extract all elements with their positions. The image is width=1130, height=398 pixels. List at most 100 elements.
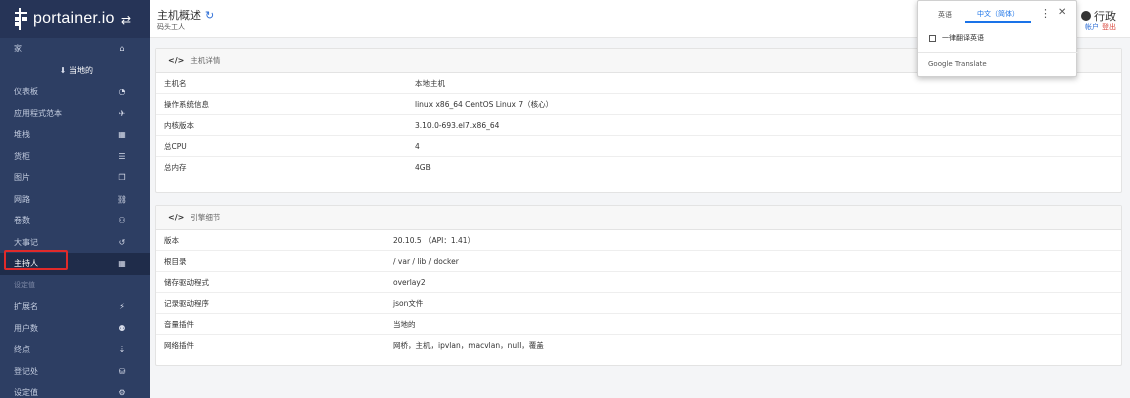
row-value: json文件 [393, 298, 424, 308]
row-value: 本地主机 [415, 78, 445, 88]
table-row: 内核版本 3.10.0-693.el7.x86_64 [156, 115, 1121, 136]
google-translate-brand: Google Translate [928, 60, 987, 68]
table-row: 储存驱动程式 overlay2 [156, 272, 1121, 293]
sidebar-item-host[interactable]: 主持人 ▦ [0, 253, 150, 275]
sidebar-item-containers[interactable]: 货柜 ☰ [0, 146, 150, 168]
tab-target-language[interactable]: 中文（简体） [965, 6, 1031, 23]
plug-icon: ⇣ [118, 345, 126, 355]
sidebar-item-label: 图片 [14, 173, 30, 183]
table-row: 根目录 / var / lib / docker [156, 251, 1121, 272]
sidebar-item-label: 终点 [14, 345, 30, 355]
sidebar-item-label: 主持人 [14, 259, 38, 269]
translate-tabs: 英语 中文（简体） [918, 1, 1078, 27]
user-circle-icon [1081, 11, 1091, 21]
close-icon[interactable]: ✕ [1058, 7, 1066, 18]
panel-heading-text: 主机详情 [190, 56, 221, 65]
dashboard-icon: ◔ [118, 87, 126, 97]
users-icon: ⚉ [118, 323, 126, 333]
settings-section-title: 设定值 [14, 281, 35, 290]
tab-source-language[interactable]: 英语 [938, 10, 952, 20]
portainer-logo-icon [15, 8, 27, 30]
row-value: / var / lib / docker [393, 256, 459, 266]
rocket-icon: ✈ [118, 108, 126, 118]
sidebar-item-endpoints[interactable]: 终点 ⇣ [0, 339, 150, 361]
row-value: 3.10.0-693.el7.x86_64 [415, 120, 500, 130]
sidebar-item-label: 当地的 [69, 65, 93, 75]
portainer-logo[interactable]: portainer.io [14, 8, 115, 30]
bolt-icon: ⚡ [119, 302, 125, 312]
cogs-icon: ⚙ [118, 388, 126, 398]
checkbox-label: 一律翻译英语 [942, 34, 984, 42]
checkbox[interactable] [929, 34, 936, 42]
sidebar-item-stacks[interactable]: 堆栈 ▦ [0, 124, 150, 146]
translate-popup: 英语 中文（简体） ⋮ ✕ 一律翻译英语 Google Translate [917, 0, 1078, 77]
history-icon: ↺ [118, 237, 126, 247]
sidebar-item-registries[interactable]: 登记处 ⛁ [0, 361, 150, 383]
account-link[interactable]: 帐户 [1085, 22, 1099, 32]
sidebar-toggle-icon[interactable]: ⇄ [121, 13, 131, 27]
row-key: 储存驱动程式 [164, 277, 209, 287]
sidebar-item-label: 家 [14, 44, 22, 54]
row-key: 版本 [164, 235, 179, 245]
page-title: 主机概述 ↻ [157, 7, 214, 23]
sidebar-item-label: 扩展名 [14, 302, 38, 312]
engine-details-panel: </> 引擎细节 版本 20.10.5 （API：1.41） 根目录 / var… [155, 205, 1122, 366]
brand-bar: portainer.io ⇄ [0, 0, 150, 38]
sidebar-item-label: 网路 [14, 194, 30, 204]
sidebar-item-volumes[interactable]: 卷数 ⚇ [0, 210, 150, 232]
table-row: 操作系统信息 linux x86_64 CentOS Linux 7（核心） [156, 94, 1121, 115]
row-value: 当地的 [393, 319, 416, 329]
sidebar-item-dashboard[interactable]: 仪表板 ◔ [0, 81, 150, 103]
table-row: 记录驱动程序 json文件 [156, 293, 1121, 314]
sidebar-item-local-endpoint[interactable]: ⬇ 当地的 [0, 60, 150, 82]
sidebar-item-extensions[interactable]: 扩展名 ⚡ [0, 296, 150, 318]
sidebar: portainer.io ⇄ 家 ⌂ ⬇ 当地的 仪表板 ◔ 应用程式范本 ✈ … [0, 0, 150, 398]
sidebar-item-label: 应用程式范本 [14, 108, 62, 118]
row-key: 内核版本 [164, 120, 194, 130]
grid-icon: ▦ [118, 130, 126, 140]
row-value: overlay2 [393, 277, 426, 287]
sidebar-item-images[interactable]: 图片 ❐ [0, 167, 150, 189]
list-icon: ☰ [118, 151, 126, 161]
page-title-text: 主机概述 [157, 9, 201, 22]
logout-link[interactable]: 登出 [1102, 22, 1116, 32]
sidebar-item-label: 大事记 [14, 237, 38, 247]
plug-icon: ⬇ [59, 65, 67, 75]
always-translate-option[interactable]: 一律翻译英语 [929, 33, 984, 43]
sidebar-item-home[interactable]: 家 ⌂ [0, 38, 150, 60]
code-icon: </> [168, 213, 185, 222]
cubes-icon: ⚇ [118, 216, 126, 226]
table-row: 网络插件 网桥，主机，ipvlan，macvlan，null，覆盖 [156, 335, 1121, 356]
table-row: 总CPU 4 [156, 136, 1121, 157]
sidebar-item-label: 仪表板 [14, 87, 38, 97]
row-key: 主机名 [164, 78, 187, 88]
row-key: 总内存 [164, 163, 187, 172]
table-row: 总内存 4GB [156, 157, 1121, 178]
brand-name: portainer.io [33, 10, 115, 27]
row-value: 20.10.5 （API：1.41） [393, 235, 476, 245]
sidebar-item-events[interactable]: 大事记 ↺ [0, 232, 150, 254]
table-row: 版本 20.10.5 （API：1.41） [156, 230, 1121, 251]
th-icon: ▦ [118, 259, 126, 269]
sidebar-item-app-templates[interactable]: 应用程式范本 ✈ [0, 103, 150, 125]
row-key: 音量插件 [164, 319, 194, 329]
refresh-icon[interactable]: ↻ [205, 9, 214, 22]
row-key: 记录驱动程序 [164, 298, 209, 308]
sidebar-item-settings[interactable]: 设定值 ⚙ [0, 382, 150, 398]
row-value: 网桥，主机，ipvlan，macvlan，null，覆盖 [393, 341, 544, 350]
sidebar-item-users[interactable]: 用户数 ⚉ [0, 318, 150, 340]
sidebar-item-label: 设定值 [14, 388, 38, 398]
sidebar-item-label: 登记处 [14, 366, 38, 376]
sidebar-item-networks[interactable]: 网路 ⛓ [0, 189, 150, 211]
clone-icon: ❐ [118, 173, 126, 183]
row-value: 4 [415, 141, 420, 151]
panel-heading-text: 引擎细节 [190, 213, 221, 222]
row-key: 网络插件 [164, 341, 194, 350]
row-key: 根目录 [164, 256, 187, 266]
more-options-icon[interactable]: ⋮ [1040, 7, 1051, 20]
row-key: 操作系统信息 [164, 99, 209, 109]
row-value: 4GB [415, 163, 431, 172]
table-row: 音量插件 当地的 [156, 314, 1121, 335]
user-links: 帐户 登出 [1085, 22, 1116, 32]
code-icon: </> [168, 56, 185, 65]
